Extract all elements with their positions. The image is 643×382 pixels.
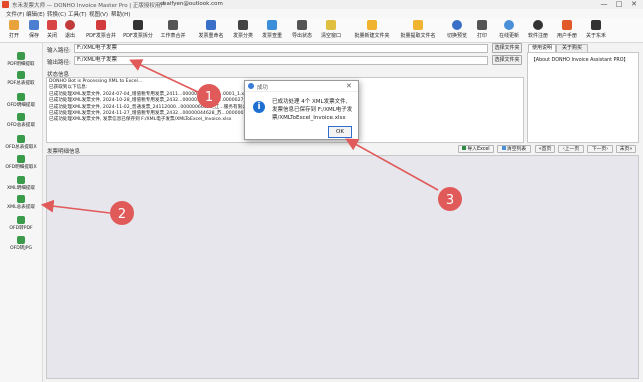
annotation-arrow-3 — [345, 138, 439, 191]
annotation-label-3: 3 — [446, 193, 454, 208]
annotation-label-2: 2 — [118, 207, 126, 222]
annotation-label-1: 1 — [205, 90, 213, 105]
annotation-arrow-2 — [40, 199, 111, 214]
annotation-overlay: 1 2 3 — [40, 59, 462, 225]
annotation-arrow-1 — [129, 59, 201, 94]
